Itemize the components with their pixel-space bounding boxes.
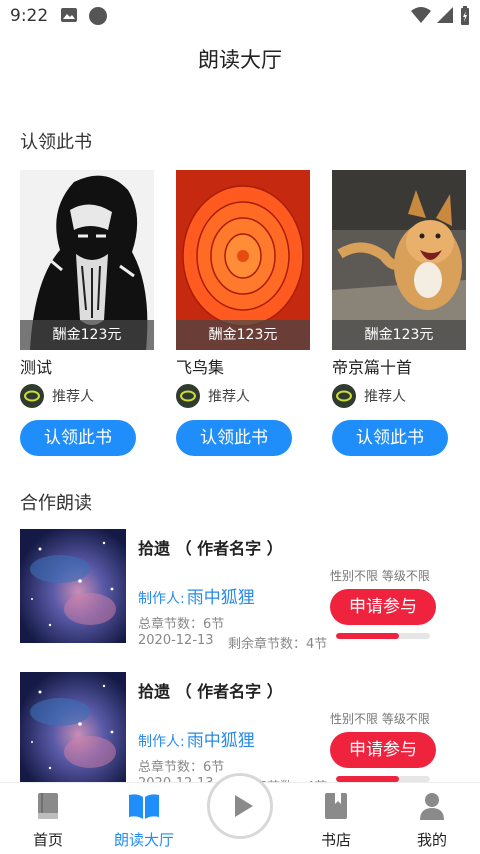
nav-home[interactable]: 首页: [0, 783, 96, 854]
bounty-label: 酬金123元: [176, 320, 310, 350]
book-title[interactable]: 帝京篇十首: [332, 354, 412, 378]
bounty-label: 酬金123元: [20, 320, 154, 350]
nav-reading-hall[interactable]: 朗读大厅: [96, 783, 192, 854]
apply-join-button[interactable]: 申请参与: [330, 589, 436, 625]
nav-label: 朗读大厅: [113, 831, 174, 849]
maker-name[interactable]: 雨中狐狸: [187, 731, 255, 751]
progress-fill: [336, 633, 399, 639]
claim-book-button[interactable]: 认领此书: [20, 420, 136, 456]
maker-label: 制作人:: [138, 591, 185, 607]
coop-list-item[interactable]: 拾遗 （ 作者名字 ） 制作人:雨中狐狸 总章节数：6节 2020-12-13 …: [0, 529, 480, 652]
nav-bookstore[interactable]: 书店: [288, 783, 384, 854]
bookmark-book-icon: [323, 791, 349, 825]
cover-image-nebula: [20, 529, 126, 643]
progress-bar: [336, 633, 430, 639]
recommender-label: 推荐人: [364, 389, 406, 405]
book-cover[interactable]: 酬金123元: [176, 170, 310, 350]
book-card: 酬金123元 帝京篇十首 推荐人 认领此书: [332, 170, 466, 456]
cover-image-nebula: [20, 672, 126, 786]
claim-book-button[interactable]: 认领此书: [332, 420, 448, 456]
book-cover[interactable]: 酬金123元: [332, 170, 466, 350]
apply-join-button[interactable]: 申请参与: [330, 732, 436, 768]
book-title[interactable]: 飞鸟集: [176, 354, 224, 378]
claim-section-title: 认领此书: [20, 132, 92, 153]
page-title: 朗读大厅: [198, 48, 282, 72]
play-button[interactable]: [207, 773, 273, 839]
play-icon: [232, 793, 256, 823]
requirement-text: 性别不限 等级不限: [330, 712, 430, 726]
chapter-count: 总章节数：6节: [138, 760, 225, 775]
coop-cover[interactable]: [20, 672, 126, 786]
user-icon: [418, 791, 446, 825]
claim-book-button[interactable]: 认领此书: [176, 420, 292, 456]
open-book-icon: [127, 791, 161, 825]
coop-title: 拾遗 （ 作者名字 ）: [138, 682, 283, 701]
recommender[interactable]: 推荐人: [176, 384, 250, 408]
coop-maker: 制作人: 雨中狐狸: [138, 583, 255, 608]
recommender-label: 推荐人: [208, 389, 250, 405]
recommender-avatar: [176, 384, 200, 408]
coop-cover[interactable]: [20, 529, 126, 643]
coop-maker: 制作人: 雨中狐狸: [138, 726, 255, 751]
signal-icon: [436, 6, 454, 28]
coop-date: 2020-12-13: [138, 633, 214, 648]
recommender-label: 推荐人: [52, 389, 94, 405]
bounty-label: 酬金123元: [332, 320, 466, 350]
book-title[interactable]: 测试: [20, 354, 52, 378]
remaining-chapters: 剩余章节数：4节: [228, 637, 328, 652]
recommender-avatar: [20, 384, 44, 408]
recommender[interactable]: 推荐人: [20, 384, 94, 408]
coop-section-title: 合作朗读: [20, 493, 92, 514]
notification-dot-icon: [88, 6, 108, 30]
status-time: 9:22: [10, 6, 49, 26]
image-icon: [60, 6, 78, 28]
maker-name[interactable]: 雨中狐狸: [187, 588, 255, 608]
book-icon: [35, 791, 61, 825]
requirement-text: 性别不限 等级不限: [330, 569, 430, 583]
chapter-count: 总章节数：6节: [138, 617, 225, 632]
book-card: 酬金123元 测试 推荐人 认领此书: [20, 170, 154, 456]
nav-label: 首页: [32, 831, 63, 849]
wifi-icon: [410, 6, 432, 28]
nav-label: 书店: [320, 831, 351, 849]
recommender[interactable]: 推荐人: [332, 384, 406, 408]
recommender-avatar: [332, 384, 356, 408]
coop-title: 拾遗 （ 作者名字 ）: [138, 539, 283, 558]
nav-mine[interactable]: 我的: [384, 783, 480, 854]
maker-label: 制作人:: [138, 734, 185, 750]
status-bar: 9:22: [0, 0, 480, 32]
nav-label: 我的: [416, 831, 447, 849]
book-cover[interactable]: 酬金123元: [20, 170, 154, 350]
battery-icon: [460, 6, 470, 30]
book-card: 酬金123元 飞鸟集 推荐人 认领此书: [176, 170, 310, 456]
